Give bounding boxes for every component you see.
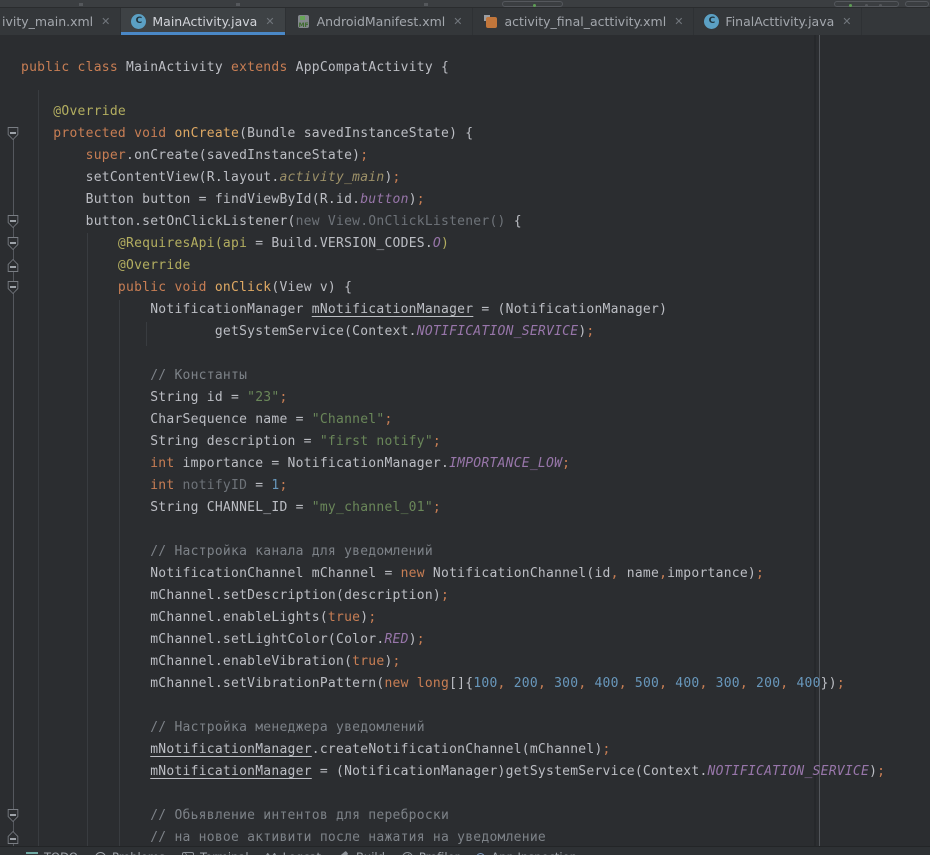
tool-window-button-todo[interactable]: TODO <box>26 850 78 855</box>
tab-label: ivity_main.xml <box>2 14 93 29</box>
fold-expand-icon[interactable] <box>7 281 19 294</box>
code-line: @Override <box>21 101 885 123</box>
java-class-icon: C <box>131 14 146 29</box>
code-line: getSystemService(Context.NOTIFICATION_SE… <box>21 321 885 343</box>
terminal-icon <box>182 852 194 855</box>
run-icon <box>533 4 536 7</box>
code-line: mChannel.enableLights(true); <box>21 607 885 629</box>
fold-collapse-icon[interactable] <box>7 259 19 272</box>
problems-icon <box>95 852 106 855</box>
run-config-widget[interactable] <box>502 1 563 7</box>
fold-expand-icon[interactable] <box>7 127 19 140</box>
close-icon[interactable]: ✕ <box>265 15 274 28</box>
tool-window-label: Build <box>356 850 385 855</box>
toolbar-control <box>79 3 83 6</box>
tab-activity-final-acttivity-xml[interactable]: activity_final_acttivity.xml ✕ <box>473 8 694 35</box>
build-hammer-icon <box>338 851 350 855</box>
tab-finalacttivity-java[interactable]: C FinalActtivity.java ✕ <box>694 8 862 35</box>
toolbar-control <box>236 3 240 6</box>
code-line: public class MainActivity extends AppCom… <box>21 57 885 79</box>
code-line <box>21 79 885 101</box>
code-line: String id = "23"; <box>21 387 885 409</box>
code-line: int importance = NotificationManager.IMP… <box>21 453 885 475</box>
code-line: mChannel.setDescription(description); <box>21 585 885 607</box>
code-line: @Override <box>21 255 885 277</box>
close-icon[interactable]: ✕ <box>674 15 683 28</box>
toolbar-dot-icon <box>879 4 882 7</box>
toolbar-control <box>424 3 428 6</box>
tool-window-button-terminal[interactable]: Terminal <box>182 850 249 855</box>
code-line: CharSequence name = "Channel"; <box>21 409 885 431</box>
code-line: @RequiresApi(api = Build.VERSION_CODES.O… <box>21 233 885 255</box>
tool-window-label: Terminal <box>200 850 249 855</box>
code-line: mChannel.setLightColor(Color.RED); <box>21 629 885 651</box>
code-line: Button button = findViewById(R.id.button… <box>21 189 885 211</box>
close-icon[interactable]: ✕ <box>101 15 110 28</box>
tool-window-label: Logcat <box>283 850 321 855</box>
toolbar-dot-icon <box>865 4 868 7</box>
code-line: mNotificationManager.createNotificationC… <box>21 739 885 761</box>
fold-expand-icon[interactable] <box>7 237 19 250</box>
code-line: mChannel.enableVibration(true); <box>21 651 885 673</box>
code-line: int notifyID = 1; <box>21 475 885 497</box>
tool-window-button-app-inspection[interactable]: App Inspection <box>476 850 577 855</box>
code-line: super.onCreate(savedInstanceState); <box>21 145 885 167</box>
tool-window-label: TODO <box>44 850 78 855</box>
code-line: // Обьявление интентов для переброски <box>21 805 885 827</box>
code-line <box>21 695 885 717</box>
code-line: public void onClick(View v) { <box>21 277 885 299</box>
device-widget[interactable] <box>834 1 899 7</box>
code-line: mChannel.setVibrationPattern(new long[]{… <box>21 673 885 695</box>
code-line <box>21 783 885 805</box>
tool-window-button-problems[interactable]: Problems <box>95 850 165 855</box>
layout-file-icon <box>483 14 498 29</box>
tab-mainactivity-java[interactable]: C MainActivity.java ✕ <box>121 8 285 35</box>
code-line: NotificationChannel mChannel = new Notif… <box>21 563 885 585</box>
tab-label: activity_final_acttivity.xml <box>504 14 666 29</box>
code-line: NotificationManager mNotificationManager… <box>21 299 885 321</box>
tab-ivity-main-xml[interactable]: ivity_main.xml ✕ <box>0 8 121 35</box>
close-icon[interactable]: ✕ <box>453 15 462 28</box>
code-line <box>21 519 885 541</box>
tool-window-button-profiler[interactable]: Profiler <box>402 850 460 855</box>
tool-window-label: App Inspection <box>491 850 577 855</box>
tool-window-bar: TODO Problems Terminal Logcat Build Profiler A… <box>0 846 930 855</box>
toolbar-button-group[interactable] <box>905 1 929 7</box>
code-line: String CHANNEL_ID = "my_channel_01"; <box>21 497 885 519</box>
code-line: // на новое активити после нажатия на ув… <box>21 827 885 846</box>
code-line: mNotificationManager = (NotificationMana… <box>21 761 885 783</box>
code-line: setContentView(R.layout.activity_main); <box>21 167 885 189</box>
manifest-file-icon: MF <box>296 14 311 29</box>
java-class-icon: C <box>704 14 719 29</box>
tab-label: AndroidManifest.xml <box>317 14 446 29</box>
code-line: String description = "first notify"; <box>21 431 885 453</box>
tab-androidmanifest-xml[interactable]: MF AndroidManifest.xml ✕ <box>286 8 474 35</box>
tool-window-label: Profiler <box>419 850 460 855</box>
fold-expand-icon[interactable] <box>7 215 19 228</box>
code-line <box>21 343 885 365</box>
code-line: button.setOnClickListener(new View.OnCli… <box>21 211 885 233</box>
code-line: // Константы <box>21 365 885 387</box>
close-icon[interactable]: ✕ <box>842 15 851 28</box>
profiler-icon <box>402 852 413 855</box>
editor-tab-bar: ivity_main.xml ✕ C MainActivity.java ✕ MF Andr… <box>0 8 930 35</box>
todo-list-icon <box>26 852 38 855</box>
code-line: protected void onCreate(Bundle savedInst… <box>21 123 885 145</box>
fold-collapse-icon[interactable] <box>7 831 19 844</box>
main-toolbar-strip <box>0 0 930 8</box>
status-dot-icon <box>849 4 852 7</box>
code-text-area[interactable]: public class MainActivity extends AppCom… <box>0 35 885 846</box>
tab-label: MainActivity.java <box>152 14 257 29</box>
tool-window-button-build[interactable]: Build <box>338 850 385 855</box>
code-line: // Настройка менеджера уведомлений <box>21 717 885 739</box>
tool-window-button-logcat[interactable]: Logcat <box>266 850 321 855</box>
tab-label: FinalActtivity.java <box>725 14 834 29</box>
tool-window-label: Problems <box>112 850 165 855</box>
fold-expand-icon[interactable] <box>7 809 19 822</box>
code-editor[interactable]: public class MainActivity extends AppCom… <box>0 35 930 846</box>
code-line: // Настройка канала для уведомлений <box>21 541 885 563</box>
